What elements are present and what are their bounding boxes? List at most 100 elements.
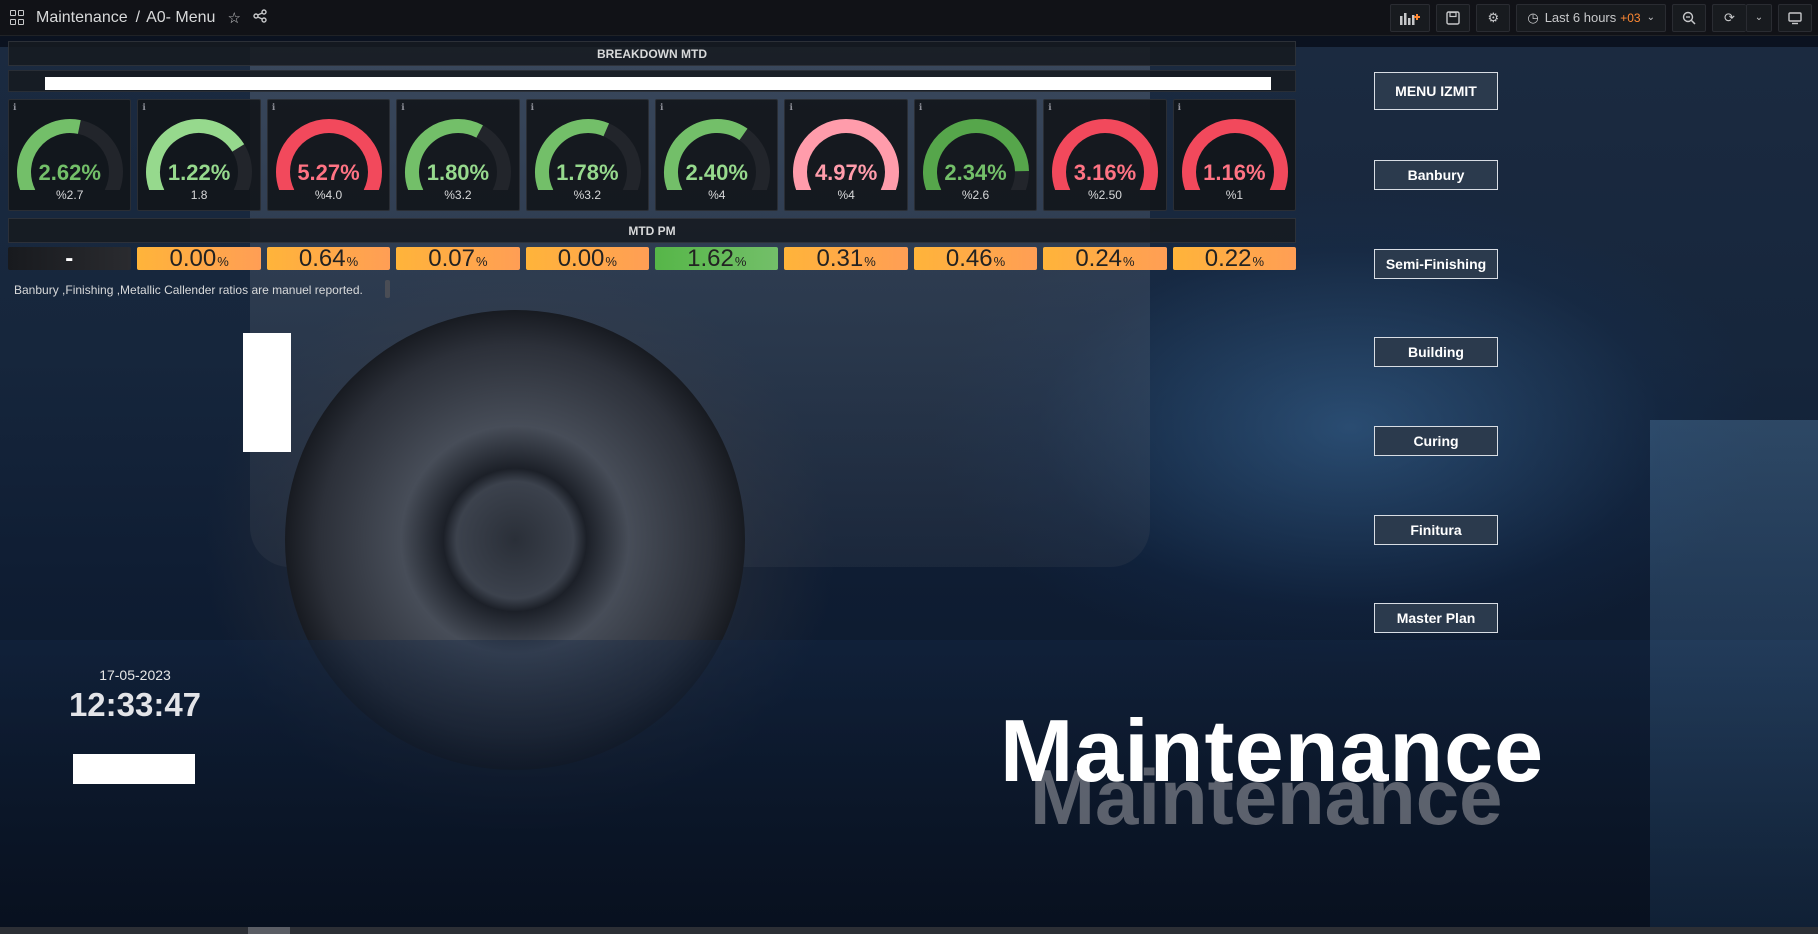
stat-panel[interactable]: 0.00% bbox=[525, 245, 650, 272]
share-icon[interactable] bbox=[253, 8, 267, 27]
clock-date: 17-05-2023 bbox=[99, 667, 171, 683]
nav-button-menu-izmit[interactable]: MENU IZMIT bbox=[1374, 72, 1498, 110]
gauge-target-label: %3.2 bbox=[573, 188, 601, 202]
stat-unit: % bbox=[864, 254, 876, 269]
stat-unit: % bbox=[476, 254, 488, 269]
stat-panel[interactable]: 0.22% bbox=[1172, 244, 1297, 272]
gauge-panel[interactable]: ℹ 1.80% %3.2 bbox=[396, 99, 520, 211]
stat-value: 0.24 bbox=[1075, 244, 1123, 272]
gauge-value: 3.16% bbox=[1073, 160, 1137, 185]
gauge-panel[interactable]: ℹ 2.34% %2.6 bbox=[913, 99, 1038, 211]
stat-panel[interactable]: 0.46% bbox=[913, 244, 1038, 272]
stat-value: 0.31 bbox=[816, 244, 864, 272]
redacted-image-block bbox=[243, 333, 291, 452]
gauge-target-label: 1.8 bbox=[190, 188, 208, 202]
breadcrumb: Maintenance / A0- Menu ☆ bbox=[10, 9, 267, 27]
breadcrumb-separator: / bbox=[135, 8, 141, 26]
nav-button-semi-finishing[interactable]: Semi-Finishing bbox=[1374, 249, 1498, 279]
apps-grid-icon[interactable] bbox=[10, 9, 26, 26]
gauge-value: 1.78% bbox=[556, 160, 619, 185]
gauge-panel[interactable]: ℹ 5.27% %4.0 bbox=[266, 99, 391, 211]
gauge-value: 1.16% bbox=[1203, 160, 1266, 185]
stat-value: 0.46 bbox=[945, 244, 993, 272]
view-mode-button[interactable] bbox=[1778, 3, 1812, 32]
horizontal-scrollbar-thumb[interactable] bbox=[248, 927, 290, 934]
stat-panel[interactable]: 0.64% bbox=[266, 244, 391, 272]
background-city-light bbox=[1650, 420, 1818, 930]
stat-value: 1.62 bbox=[687, 244, 734, 272]
time-range-label: Last 6 hours bbox=[1544, 10, 1617, 25]
stat-unit: % bbox=[993, 254, 1006, 269]
breadcrumb-dashboard-title[interactable]: A0- Menu bbox=[146, 9, 215, 27]
monitor-icon bbox=[1788, 11, 1802, 24]
gauge-panel[interactable]: ℹ 1.22% 1.8 bbox=[137, 99, 261, 211]
redacted-logo-block bbox=[73, 754, 195, 784]
gauge-panel[interactable]: ℹ 2.40% %4 bbox=[655, 99, 779, 211]
row-header-breakdown[interactable]: BREAKDOWN MTD bbox=[8, 41, 1296, 66]
clock-time: 12:33:47 bbox=[68, 686, 202, 723]
nav-button-banbury[interactable]: Banbury bbox=[1374, 160, 1498, 190]
stat-value: 0.22 bbox=[1204, 244, 1252, 272]
stat-panel[interactable]: 1.62% bbox=[655, 244, 779, 272]
gauge-target-label: %1 bbox=[1225, 188, 1244, 202]
gauge-panel[interactable]: ℹ 4.97% %4 bbox=[784, 99, 908, 211]
gauge-target-label: %3.2 bbox=[444, 188, 472, 202]
refresh-interval-dropdown[interactable]: ⌄ bbox=[1746, 3, 1772, 32]
masked-header-row bbox=[8, 70, 1296, 92]
refresh-button[interactable]: ⟳ bbox=[1712, 3, 1746, 32]
row-header-mtd-pm[interactable]: MTD PM bbox=[8, 218, 1296, 243]
time-picker-button[interactable]: ◷ Last 6 hours +03 ⌄ bbox=[1516, 3, 1666, 32]
add-panel-button[interactable] bbox=[1390, 3, 1431, 32]
stat-value: - bbox=[65, 244, 74, 272]
zoom-out-button[interactable] bbox=[1672, 3, 1706, 32]
stat-panel[interactable]: 0.00% bbox=[137, 244, 261, 272]
gauge-target-label: %4.0 bbox=[314, 188, 343, 202]
stat-value: 0.07 bbox=[428, 244, 475, 272]
gauge-value: 1.22% bbox=[167, 160, 231, 185]
gauge-value: 4.97% bbox=[814, 160, 878, 185]
refresh-icon: ⟳ bbox=[1724, 9, 1735, 25]
stat-panels: -0.00% 0.64% 0.07% 0.00% 1.62% 0.31% 0.46% 0.24… bbox=[8, 244, 1297, 272]
timezone-label: +03 bbox=[1620, 10, 1641, 25]
gauge-value: 5.27% bbox=[297, 160, 360, 185]
stat-value: 0.00 bbox=[169, 244, 217, 272]
nav-button-curing[interactable]: Curing bbox=[1374, 426, 1498, 456]
save-icon bbox=[1446, 10, 1461, 25]
stat-panel[interactable]: 0.31% bbox=[784, 244, 908, 272]
nav-button-finitura[interactable]: Finitura bbox=[1374, 515, 1498, 545]
maintenance-title: Maintenance bbox=[1000, 701, 1545, 800]
gauge-panel[interactable]: ℹ 2.62% %2.7 bbox=[8, 99, 132, 211]
stat-value: 0.64 bbox=[298, 244, 346, 272]
stat-panel[interactable]: 0.07% bbox=[396, 244, 520, 272]
add-panel-icon bbox=[1400, 12, 1421, 25]
gauge-value: 2.40% bbox=[685, 160, 748, 185]
stat-unit: % bbox=[1123, 254, 1135, 269]
gauge-value: 2.62% bbox=[38, 160, 101, 185]
gauge-panel[interactable]: ℹ 3.16% %2.50 bbox=[1043, 99, 1167, 211]
gauge-target-label: %2.6 bbox=[961, 188, 990, 202]
stat-panel[interactable]: - bbox=[8, 244, 132, 272]
note-scrollbar[interactable] bbox=[385, 280, 390, 298]
top-navbar: Maintenance / A0- Menu ☆ ⚙ ◷ Last 6 hour… bbox=[0, 0, 1818, 36]
stat-panel[interactable]: 0.24% bbox=[1043, 244, 1167, 272]
nav-button-building[interactable]: Building bbox=[1374, 337, 1498, 367]
gauge-target-label: %4 bbox=[837, 188, 855, 202]
dashboard-settings-button[interactable]: ⚙ bbox=[1476, 3, 1511, 32]
breadcrumb-folder[interactable]: Maintenance bbox=[36, 9, 128, 27]
gauge-target-label: %2.7 bbox=[56, 188, 84, 202]
chevron-down-icon: ⌄ bbox=[1646, 12, 1655, 23]
toolbar: ⚙ ◷ Last 6 hours +03 ⌄ ⟳ ⌄ bbox=[1390, 3, 1812, 32]
stat-unit: % bbox=[1252, 254, 1264, 269]
save-dashboard-button[interactable] bbox=[1436, 3, 1471, 32]
clock-icon: ◷ bbox=[1527, 9, 1539, 25]
gauge-panel[interactable]: ℹ 1.16% %1 bbox=[1172, 99, 1297, 211]
gauge-target-label: %2.50 bbox=[1087, 188, 1122, 202]
background-road bbox=[0, 640, 1818, 930]
gauge-panel[interactable]: ℹ 1.78% %3.2 bbox=[525, 99, 650, 211]
nav-button-master-plan[interactable]: Master Plan bbox=[1374, 603, 1498, 633]
gauge-value: 1.80% bbox=[426, 160, 490, 185]
chevron-down-icon: ⌄ bbox=[1754, 12, 1764, 23]
stat-unit: % bbox=[605, 254, 617, 269]
star-icon[interactable]: ☆ bbox=[227, 9, 240, 27]
gear-icon: ⚙ bbox=[1487, 9, 1500, 25]
